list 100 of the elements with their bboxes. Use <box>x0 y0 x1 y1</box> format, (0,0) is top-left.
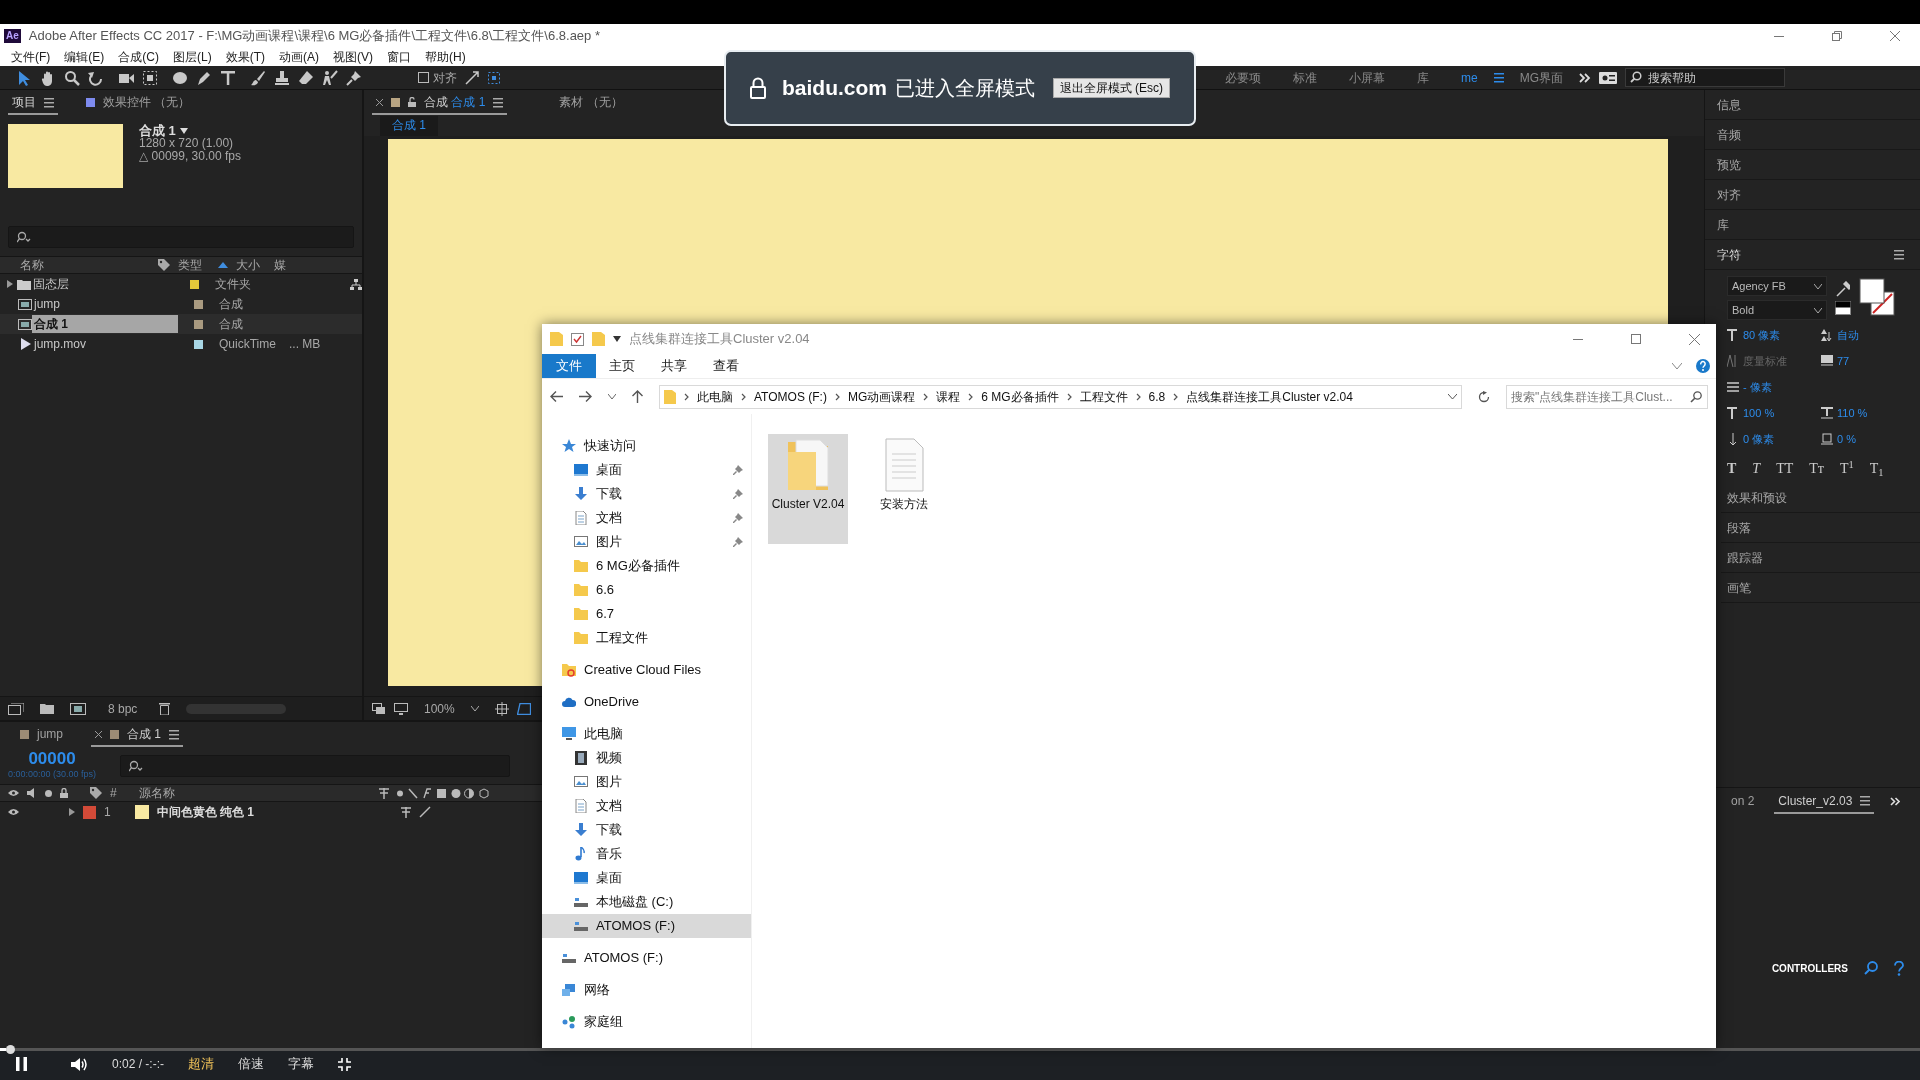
double-chevron-icon[interactable] <box>1579 72 1591 83</box>
panel-header[interactable]: 对齐 <box>1705 180 1920 210</box>
align-checkbox[interactable] <box>418 72 429 83</box>
eye-icon[interactable] <box>8 808 19 816</box>
properties-check-icon[interactable] <box>571 332 584 346</box>
nav-item[interactable]: ATOMOS (F:) <box>542 914 751 938</box>
nav-item[interactable]: 家庭组 <box>542 1010 751 1034</box>
letter-t-icon[interactable] <box>220 69 236 86</box>
close-icon[interactable] <box>1689 333 1700 345</box>
mask-frame-icon[interactable] <box>516 702 531 715</box>
menu-icon[interactable] <box>169 728 180 740</box>
nav-item[interactable]: ATOMOS (F:) <box>542 946 751 970</box>
switches-icons-drawing[interactable] <box>378 787 489 799</box>
panel-tab[interactable]: 合成 1 <box>91 723 184 747</box>
chevron-right-icon[interactable] <box>1066 392 1072 401</box>
search-field[interactable]: 搜索帮助 <box>1625 68 1785 87</box>
magnifier-icon[interactable] <box>64 69 80 86</box>
bit-depth-button[interactable]: 8 bpc <box>102 699 144 718</box>
chevron-right-icon[interactable] <box>741 392 746 401</box>
nav-item[interactable]: Creative Cloud Files <box>542 658 751 682</box>
menu-item[interactable]: 编辑(E) <box>57 48 112 66</box>
breadcrumb-item[interactable]: MG动画课程 <box>847 387 916 406</box>
new-composition-icon[interactable] <box>70 702 86 715</box>
leading-field[interactable]: 自动 <box>1837 326 1859 344</box>
text-style-button[interactable]: TT <box>1776 458 1794 479</box>
player-option[interactable]: 字幕 <box>288 1054 314 1074</box>
zoom-dropdown[interactable]: 100% <box>416 699 487 718</box>
rotate-icon[interactable] <box>88 69 104 86</box>
menu-item[interactable]: 视图(V) <box>326 48 380 66</box>
lock-icon[interactable] <box>408 97 416 107</box>
nav-item[interactable]: 网络 <box>542 978 751 1002</box>
diagonal-arrows-icon[interactable] <box>465 70 479 85</box>
breadcrumb-item[interactable]: 6 MG必备插件 <box>981 387 1059 406</box>
project-item-row[interactable]: jump.mov QuickTime ... MB <box>0 334 362 354</box>
panel-header[interactable]: 段落 <box>1721 513 1920 543</box>
ribbon-tab[interactable]: 文件 <box>542 354 596 378</box>
panel-tab[interactable]: on 2 <box>1727 789 1759 814</box>
chevron-right-icon[interactable] <box>834 392 840 401</box>
sort-up-icon[interactable] <box>218 262 228 268</box>
workspace-tab[interactable]: 标准 <box>1277 68 1333 87</box>
panel-header[interactable]: 画笔 <box>1721 573 1920 603</box>
ribbon-tab[interactable]: 共享 <box>648 354 700 378</box>
menu-icon[interactable] <box>1493 72 1504 83</box>
nav-item[interactable]: 图片 <box>542 770 751 794</box>
trash-icon[interactable] <box>159 702 171 715</box>
column-header[interactable]: 源名称 <box>138 784 371 802</box>
panel-tab[interactable]: jump <box>16 723 67 747</box>
panel-tab[interactable]: Cluster_v2.03 <box>1774 789 1875 814</box>
breadcrumb-tab[interactable]: 合成 1 <box>380 116 438 136</box>
default-swatches-icon[interactable] <box>1835 301 1851 315</box>
new-folder-icon[interactable] <box>40 703 54 714</box>
nav-item[interactable]: 下载 <box>542 818 751 842</box>
nav-item[interactable]: 6.6 <box>542 578 751 602</box>
player-option[interactable]: 超清 <box>188 1054 214 1074</box>
file-item[interactable]: Cluster V2.04 <box>768 434 848 544</box>
text-style-button[interactable]: Tт <box>1809 458 1824 479</box>
text-style-button[interactable]: T$^{1}$ <box>1839 458 1854 479</box>
double-chevron-icon[interactable] <box>1890 797 1901 806</box>
eyedropper-icon[interactable] <box>1836 281 1850 297</box>
arrow-cursor-icon[interactable] <box>16 69 32 86</box>
fill-stroke-color-icon[interactable] <box>1859 278 1895 318</box>
quality-switch-icon[interactable] <box>418 806 431 818</box>
text-style-button[interactable]: T$_{1}$ <box>1869 458 1884 479</box>
panel-tab[interactable]: 效果控件 （无） <box>82 91 195 115</box>
workspace-tab[interactable]: 库 <box>1401 68 1445 87</box>
panel-header[interactable]: 库 <box>1705 210 1920 240</box>
pause-icon[interactable] <box>16 1057 27 1071</box>
panel-header[interactable]: 信息 <box>1705 90 1920 120</box>
tracking-field[interactable]: 77 <box>1837 352 1850 370</box>
progress-thumb[interactable] <box>5 1045 15 1054</box>
baseline-shift-field[interactable]: 0 像素 <box>1743 430 1775 448</box>
tag-icon[interactable] <box>158 259 170 271</box>
close-icon[interactable] <box>1890 31 1900 41</box>
monitor-icon[interactable] <box>394 702 408 715</box>
nav-item[interactable]: 图片 <box>542 530 751 554</box>
font-family-dropdown[interactable]: Agency FB <box>1727 276 1827 296</box>
nav-item[interactable]: 6 MG必备插件 <box>542 554 751 578</box>
close-icon[interactable] <box>95 730 102 738</box>
panel-header[interactable]: 音频 <box>1705 120 1920 150</box>
help-icon[interactable] <box>1894 960 1904 976</box>
up-arrow-icon[interactable] <box>632 390 643 403</box>
menu-item[interactable]: 窗口 <box>380 48 418 66</box>
chevron-right-icon[interactable] <box>968 392 974 401</box>
exit-fullscreen-icon[interactable] <box>338 1057 351 1071</box>
back-arrow-icon[interactable] <box>550 391 563 402</box>
exit-fullscreen-button[interactable]: 退出全屏模式 (Esc) <box>1052 78 1170 98</box>
workspace-tab[interactable]: 必要项 <box>1209 68 1277 87</box>
menu-icon[interactable] <box>493 96 504 108</box>
chevron-down-icon[interactable] <box>1448 394 1457 399</box>
chevron-down-icon[interactable] <box>1672 363 1682 369</box>
forward-arrow-icon[interactable] <box>579 391 592 402</box>
menu-item[interactable]: 效果(T) <box>218 48 272 66</box>
chevron-right-icon[interactable] <box>1173 392 1179 401</box>
expand-triangle-icon[interactable] <box>69 808 75 816</box>
nav-item[interactable]: 快速访问 <box>542 434 751 458</box>
search-field[interactable] <box>8 226 354 248</box>
refresh-icon[interactable] <box>1478 390 1490 403</box>
layers-icon[interactable] <box>372 702 386 715</box>
menu-item[interactable]: 文件(F) <box>4 48 58 66</box>
breadcrumb-item[interactable]: 6.8 <box>1148 387 1166 406</box>
